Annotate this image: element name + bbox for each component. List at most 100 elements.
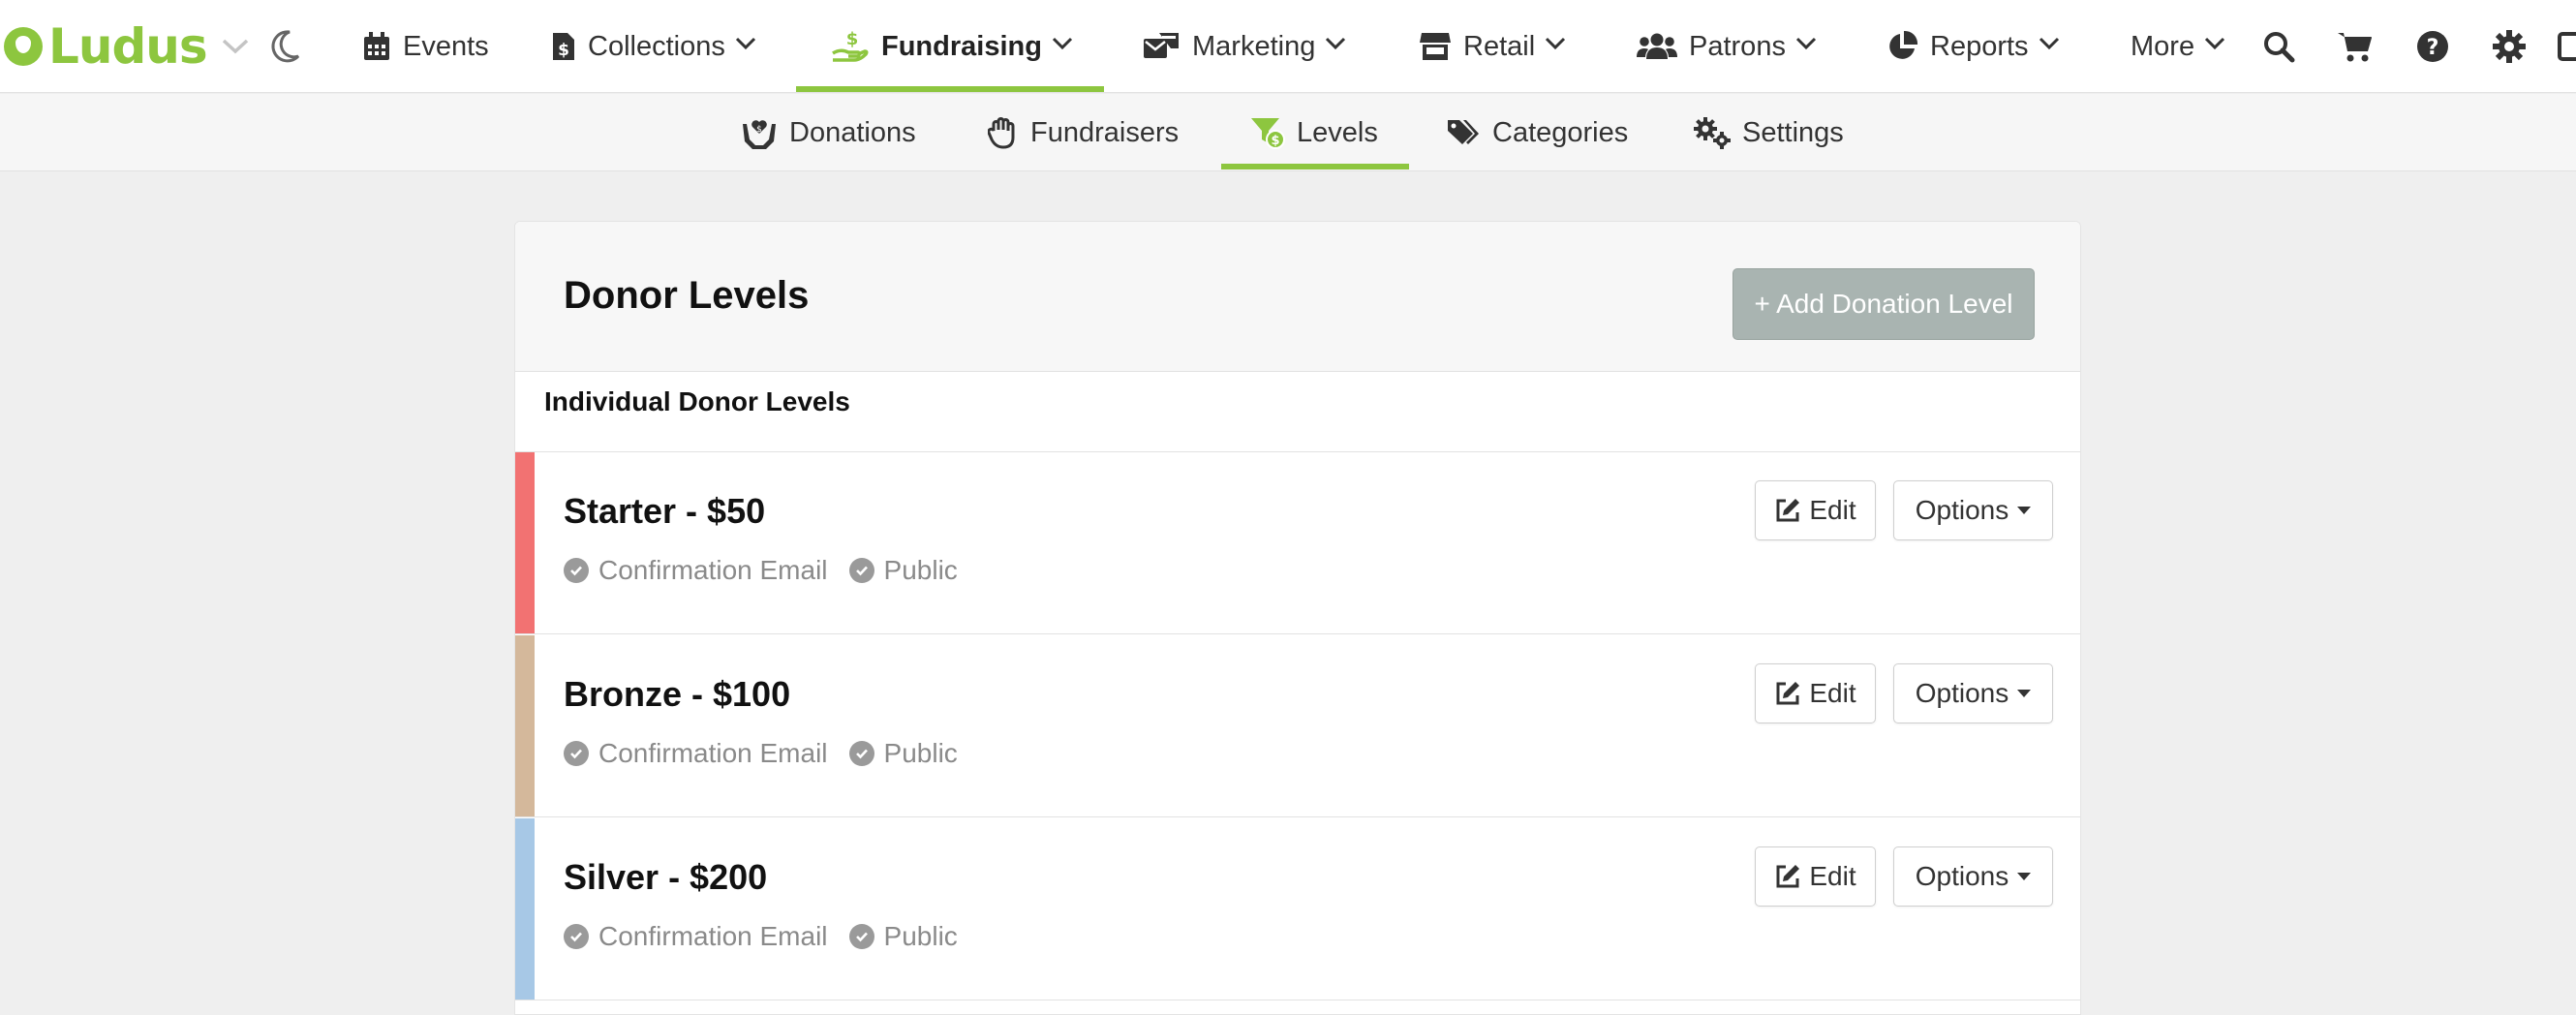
edit-label: Edit: [1809, 861, 1856, 891]
chevron-down-icon: [1325, 37, 1346, 50]
tag-public: Public: [848, 555, 958, 586]
nav-fundraising-label: Fundraising: [881, 30, 1042, 62]
subnav-categories[interactable]: Categories: [1446, 94, 1628, 171]
help-icon[interactable]: ?: [2409, 23, 2456, 70]
level-tags: Confirmation Email Public: [564, 555, 979, 586]
page-title: Donor Levels: [564, 274, 810, 317]
tag-label: Public: [883, 555, 958, 585]
chevron-down-icon: [2039, 37, 2060, 50]
brand-name: Ludus: [48, 18, 208, 75]
level-row: Bronze - $100 Confirmation Email Public …: [515, 635, 2080, 817]
level-row: Starter - $50 Confirmation Email Public …: [515, 452, 2080, 634]
subnav-settings[interactable]: Settings: [1694, 94, 1844, 171]
chevron-down-icon: [1545, 37, 1566, 50]
nav-collections-label: Collections: [588, 30, 725, 62]
check-circle-icon: [564, 924, 589, 949]
edit-button[interactable]: Edit: [1755, 480, 1876, 540]
nav-events-label: Events: [403, 30, 489, 62]
edit-icon: [1774, 497, 1801, 524]
subnav-levels-label: Levels: [1297, 116, 1378, 148]
chevron-down-icon: [735, 37, 756, 50]
nav-more-label: More: [2131, 30, 2195, 62]
level-tags: Confirmation Email Public: [564, 738, 979, 769]
svg-text:?: ?: [2427, 36, 2439, 60]
gears-icon: [1694, 116, 1731, 149]
nav-marketing-label: Marketing: [1192, 30, 1316, 62]
level-color-stripe: [515, 635, 535, 816]
nav-events[interactable]: Events: [362, 0, 489, 93]
hand-heart-icon: $: [741, 116, 778, 149]
subnav-settings-label: Settings: [1742, 116, 1844, 148]
panel-icon[interactable]: [2557, 23, 2576, 70]
options-label: Options: [1915, 678, 2009, 708]
level-color-stripe: [515, 452, 535, 633]
raised-hand-icon: [988, 116, 1019, 149]
svg-text:$: $: [558, 41, 569, 60]
level-title: Starter - $50: [564, 491, 766, 531]
edit-label: Edit: [1809, 678, 1856, 708]
options-dropdown-button[interactable]: Options: [1893, 846, 2053, 907]
add-donation-level-button[interactable]: + Add Donation Level: [1733, 268, 2035, 340]
options-label: Options: [1915, 495, 2009, 525]
tags-icon: [1446, 117, 1481, 148]
tag-label: Public: [883, 921, 958, 951]
level-tags: Confirmation Email Public: [564, 921, 979, 952]
nav-reports-label: Reports: [1930, 30, 2029, 62]
tag-label: Public: [883, 738, 958, 768]
active-nav-indicator: [796, 86, 1104, 92]
level-title: Bronze - $100: [564, 674, 791, 714]
pie-chart-icon: [1886, 30, 1918, 63]
edit-button[interactable]: Edit: [1755, 846, 1876, 907]
svg-text:$: $: [756, 125, 762, 135]
subnav-fundraisers-label: Fundraisers: [1030, 116, 1180, 148]
active-subnav-indicator: [1221, 164, 1409, 169]
options-label: Options: [1915, 861, 2009, 891]
tag-confirmation-email: Confirmation Email: [564, 921, 828, 952]
chevron-down-icon: [1052, 37, 1073, 50]
nav-reports[interactable]: Reports: [1886, 0, 2060, 93]
tag-public: Public: [848, 921, 958, 952]
nav-retail-label: Retail: [1463, 30, 1536, 62]
mail-bullhorn-icon: [1142, 31, 1181, 62]
funnel-dollar-icon: $: [1250, 116, 1285, 149]
ludus-logo[interactable]: Ludus: [4, 0, 208, 93]
svg-text:$: $: [846, 30, 859, 49]
nav-fundraising[interactable]: $ Fundraising: [831, 0, 1073, 93]
chevron-down-icon: [2204, 37, 2225, 50]
options-dropdown-button[interactable]: Options: [1893, 480, 2053, 540]
subnav-levels[interactable]: $ Levels: [1250, 94, 1378, 171]
donor-levels-card: Donor Levels + Add Donation Level Indivi…: [514, 221, 2081, 1015]
check-circle-icon: [564, 741, 589, 766]
nav-patrons-label: Patrons: [1689, 30, 1786, 62]
subnav-categories-label: Categories: [1492, 116, 1629, 148]
caret-down-icon: [2017, 690, 2032, 697]
tag-label: Confirmation Email: [598, 738, 828, 768]
subnav-donations[interactable]: $ Donations: [741, 94, 916, 171]
options-dropdown-button[interactable]: Options: [1893, 663, 2053, 723]
nav-patrons[interactable]: Patrons: [1637, 0, 1817, 93]
nav-collections[interactable]: $ Collections: [551, 0, 756, 93]
hand-coin-icon: $: [831, 30, 870, 63]
nav-retail[interactable]: Retail: [1419, 0, 1566, 93]
caret-down-icon: [2017, 507, 2032, 514]
subnav-donations-label: Donations: [789, 116, 916, 148]
nav-more[interactable]: More: [2131, 0, 2225, 93]
edit-button[interactable]: Edit: [1755, 663, 1876, 723]
section-title: Individual Donor Levels: [544, 386, 850, 416]
tag-confirmation-email: Confirmation Email: [564, 738, 828, 769]
cart-icon[interactable]: [2332, 23, 2378, 70]
edit-label: Edit: [1809, 495, 1856, 525]
edit-icon: [1774, 863, 1801, 890]
caret-down-icon: [2017, 873, 2032, 880]
subnav-fundraisers[interactable]: Fundraisers: [988, 94, 1179, 171]
search-icon[interactable]: [2255, 23, 2302, 70]
chevron-down-icon: [1795, 37, 1817, 50]
gear-icon[interactable]: [2486, 23, 2532, 70]
brand-chevron-icon[interactable]: [221, 0, 250, 93]
users-icon: [1637, 32, 1677, 61]
dark-mode-moon-icon[interactable]: [268, 0, 301, 93]
nav-marketing[interactable]: Marketing: [1142, 0, 1346, 93]
calendar-icon: [362, 31, 391, 62]
edit-icon: [1774, 680, 1801, 707]
tag-label: Confirmation Email: [598, 921, 828, 951]
